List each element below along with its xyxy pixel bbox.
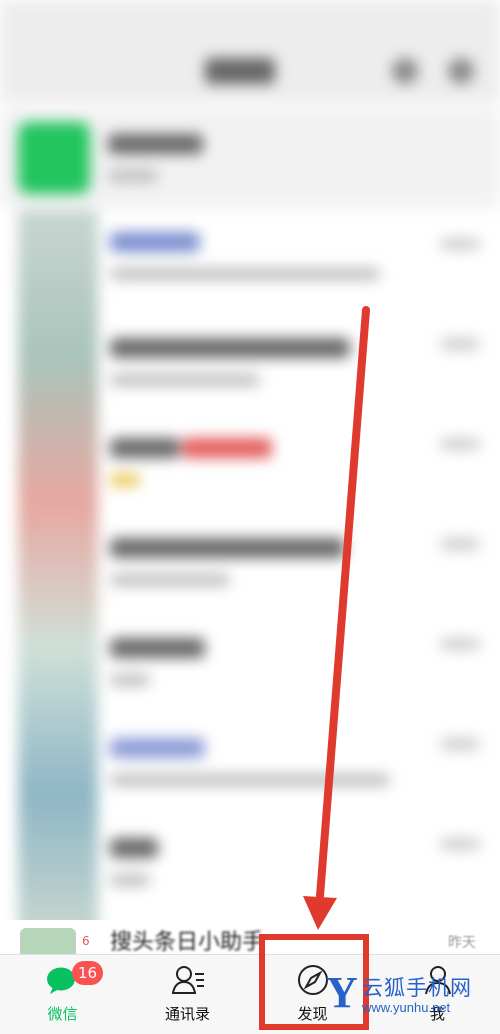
- chat-list-item[interactable]: [0, 320, 500, 420]
- chat-list-item[interactable]: [0, 820, 500, 920]
- chat-list-item[interactable]: [0, 220, 500, 320]
- unread-badge: 6: [82, 934, 90, 948]
- phone-app-icon: [18, 122, 90, 194]
- tab-contacts[interactable]: 通讯录: [125, 955, 250, 1034]
- tab-label: 通讯录: [164, 1005, 210, 1023]
- tab-label: 微信: [47, 1005, 78, 1023]
- add-icon[interactable]: [448, 58, 474, 84]
- chat-list-background: [0, 0, 500, 950]
- tab-chats[interactable]: 16 微信: [0, 955, 125, 1034]
- chat-list-item[interactable]: [0, 420, 500, 520]
- chat-title: 搜头条日小助手: [110, 930, 265, 955]
- chat-list-item[interactable]: [0, 620, 500, 720]
- watermark-url: www.yunhu.net: [362, 1000, 451, 1015]
- watermark-letter: Y: [326, 968, 358, 1017]
- chat-list-item[interactable]: [0, 720, 500, 820]
- contacts-icon: [171, 966, 204, 994]
- chat-list-item[interactable]: [0, 520, 500, 620]
- pinned-chat-item[interactable]: [0, 108, 500, 208]
- watermark-logo: Y 云狐手机网 www.yunhu.net: [326, 968, 496, 1030]
- page-title: [205, 58, 275, 84]
- search-icon[interactable]: [392, 58, 418, 84]
- watermark-text: 云狐手机网: [362, 976, 472, 1000]
- unread-badge: 16: [72, 961, 104, 985]
- status-bar: [0, 0, 500, 40]
- chat-time: 昨天: [448, 935, 476, 951]
